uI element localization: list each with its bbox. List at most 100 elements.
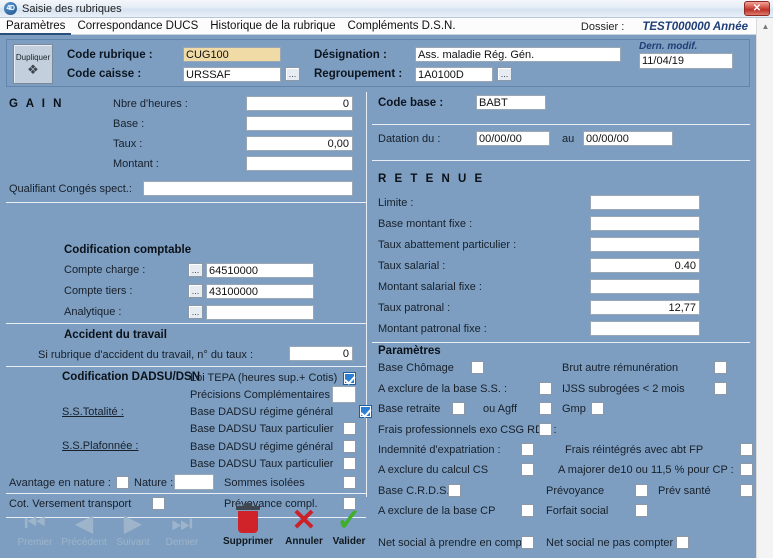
- majorer-cp-label: A majorer de10 ou 11,5 % pour CP :: [558, 464, 734, 476]
- tab-parametres[interactable]: Paramètres: [0, 18, 71, 35]
- regroupement-picker-button[interactable]: ...: [497, 67, 512, 81]
- last-record-label: Dernier: [153, 537, 211, 548]
- accident-taux-input[interactable]: [289, 346, 353, 361]
- ou-agff-checkbox[interactable]: [539, 402, 552, 415]
- record-navigation-bar: ⏮ Premier ◀ Précédent ▶ Suivant ⏭ Dernie…: [6, 501, 366, 556]
- ijss-subrogees-checkbox[interactable]: [714, 382, 727, 395]
- retenue-section-title: R E T E N U E: [378, 173, 485, 185]
- montant-patronal-fixe-label: Montant patronal fixe :: [378, 323, 487, 335]
- close-icon[interactable]: ✕: [744, 1, 770, 16]
- avantage-nature-checkbox[interactable]: [116, 476, 129, 489]
- gain-section-title: G A I N: [9, 98, 64, 110]
- gmp-checkbox[interactable]: [591, 402, 604, 415]
- montant-input[interactable]: [246, 156, 353, 171]
- parametres-section-title: Paramètres: [378, 345, 441, 357]
- ss-plafonnee-label: S.S.Plafonnée :: [62, 440, 138, 452]
- net-social-pas-compter-checkbox[interactable]: [676, 536, 689, 549]
- code-rubrique-label: Code rubrique :: [67, 49, 153, 61]
- qualifiant-conges-input[interactable]: [143, 181, 353, 196]
- net-social-prendre-checkbox[interactable]: [521, 536, 534, 549]
- nature-input[interactable]: [174, 474, 214, 490]
- vertical-scrollbar[interactable]: ▲: [756, 18, 773, 558]
- compte-charge-input[interactable]: [206, 263, 314, 278]
- duplicate-button[interactable]: Dupliquer ❖: [13, 44, 53, 84]
- base-retraite-label: Base retraite: [378, 403, 440, 415]
- ss-totalite-label: S.S.Totalité :: [62, 406, 124, 418]
- loi-tepa-label: Loi TEPA (heures sup.+ Cotis): [190, 372, 337, 384]
- nbre-heures-input[interactable]: [246, 96, 353, 111]
- base-input[interactable]: [246, 116, 353, 131]
- dadsu-section-title: Codification DADSU/DSN: [62, 371, 200, 383]
- montant-patronal-fixe-input[interactable]: [590, 321, 700, 336]
- base-retraite-checkbox[interactable]: [452, 402, 465, 415]
- ss-totalite-taux-particulier-checkbox[interactable]: [343, 422, 356, 435]
- base-montant-fixe-input[interactable]: [590, 216, 700, 231]
- taux-salarial-input[interactable]: [590, 258, 700, 273]
- avantage-nature-label: Avantage en nature :: [9, 477, 111, 489]
- montant-label: Montant :: [113, 158, 159, 170]
- gmp-label: Gmp: [562, 403, 586, 415]
- tab-complements-dsn[interactable]: Compléments D.S.N.: [342, 18, 462, 35]
- datation-from-input[interactable]: [476, 131, 550, 146]
- column-divider: [366, 92, 367, 497]
- compte-tiers-picker-button[interactable]: ...: [188, 284, 203, 298]
- tab-correspondance-ducs[interactable]: Correspondance DUCS: [71, 18, 204, 35]
- scroll-up-arrow-icon[interactable]: ▲: [757, 18, 773, 34]
- tab-historique-rubrique[interactable]: Historique de la rubrique: [204, 18, 341, 35]
- compte-tiers-input[interactable]: [206, 284, 314, 299]
- duplicate-label: Dupliquer: [16, 53, 50, 63]
- base-chomage-checkbox[interactable]: [471, 361, 484, 374]
- montant-salarial-fixe-input[interactable]: [590, 279, 700, 294]
- divider-datation-bottom: [372, 160, 750, 161]
- frais-reintegres-checkbox[interactable]: [740, 443, 753, 456]
- dern-modif-input[interactable]: [639, 53, 733, 69]
- divider-retenue-bottom: [372, 342, 750, 343]
- base-crds-label: Base C.R.D.S.: [378, 485, 450, 497]
- taux-abattement-input[interactable]: [590, 237, 700, 252]
- taux-input[interactable]: [246, 136, 353, 151]
- code-rubrique-input[interactable]: [183, 47, 281, 62]
- exclure-base-cp-label: A exclure de la base CP: [378, 505, 495, 517]
- divider-comptable-bottom: [6, 323, 366, 324]
- ss-plafonnee-regime-general-checkbox[interactable]: [343, 440, 356, 453]
- last-record-button[interactable]: ⏭ Dernier: [153, 511, 211, 548]
- code-caisse-input[interactable]: [183, 67, 281, 82]
- majorer-cp-checkbox[interactable]: [740, 463, 753, 476]
- code-base-input[interactable]: [476, 95, 546, 110]
- forfait-social-checkbox[interactable]: [635, 504, 648, 517]
- datation-to-input[interactable]: [583, 131, 673, 146]
- taux-patronal-input[interactable]: [590, 300, 700, 315]
- exclure-base-cp-checkbox[interactable]: [521, 504, 534, 517]
- ss-plafonnee-taux-particulier-label: Base DADSU Taux particulier: [190, 458, 333, 470]
- exclure-base-ss-checkbox[interactable]: [539, 382, 552, 395]
- datation-au-label: au: [562, 133, 574, 145]
- ss-plafonnee-taux-particulier-checkbox[interactable]: [343, 457, 356, 470]
- delete-button[interactable]: Supprimer: [217, 506, 279, 547]
- precisions-complementaires-input[interactable]: [332, 386, 356, 403]
- frais-reintegres-label: Frais réintégrés avec abt FP: [565, 444, 703, 456]
- base-label: Base :: [113, 118, 144, 130]
- analytique-picker-button[interactable]: ...: [188, 305, 203, 319]
- net-social-pas-compter-label: Net social ne pas compter: [546, 537, 673, 549]
- loi-tepa-checkbox[interactable]: [343, 372, 356, 385]
- base-crds-checkbox[interactable]: [448, 484, 461, 497]
- analytique-input[interactable]: [206, 305, 314, 320]
- regroupement-input[interactable]: [415, 67, 493, 82]
- designation-input[interactable]: [415, 47, 621, 62]
- prev-sante-checkbox[interactable]: [740, 484, 753, 497]
- validate-button[interactable]: ✓ Valider: [323, 506, 375, 547]
- code-caisse-picker-button[interactable]: ...: [285, 67, 300, 81]
- frais-professionnels-checkbox[interactable]: [539, 423, 552, 436]
- brut-autre-remuneration-checkbox[interactable]: [714, 361, 727, 374]
- qualifiant-conges-label: Qualifiant Congés spect.:: [9, 183, 132, 195]
- limite-label: Limite :: [378, 197, 413, 209]
- taux-salarial-label: Taux salarial :: [378, 260, 445, 272]
- limite-input[interactable]: [590, 195, 700, 210]
- prevoyance-checkbox[interactable]: [635, 484, 648, 497]
- indemnite-expatriation-checkbox[interactable]: [521, 443, 534, 456]
- ss-totalite-regime-general-checkbox[interactable]: [359, 405, 372, 418]
- nbre-heures-label: Nbre d'heures :: [113, 98, 188, 110]
- compte-charge-picker-button[interactable]: ...: [188, 263, 203, 277]
- exclure-calcul-cs-checkbox[interactable]: [521, 463, 534, 476]
- sommes-isolees-checkbox[interactable]: [343, 476, 356, 489]
